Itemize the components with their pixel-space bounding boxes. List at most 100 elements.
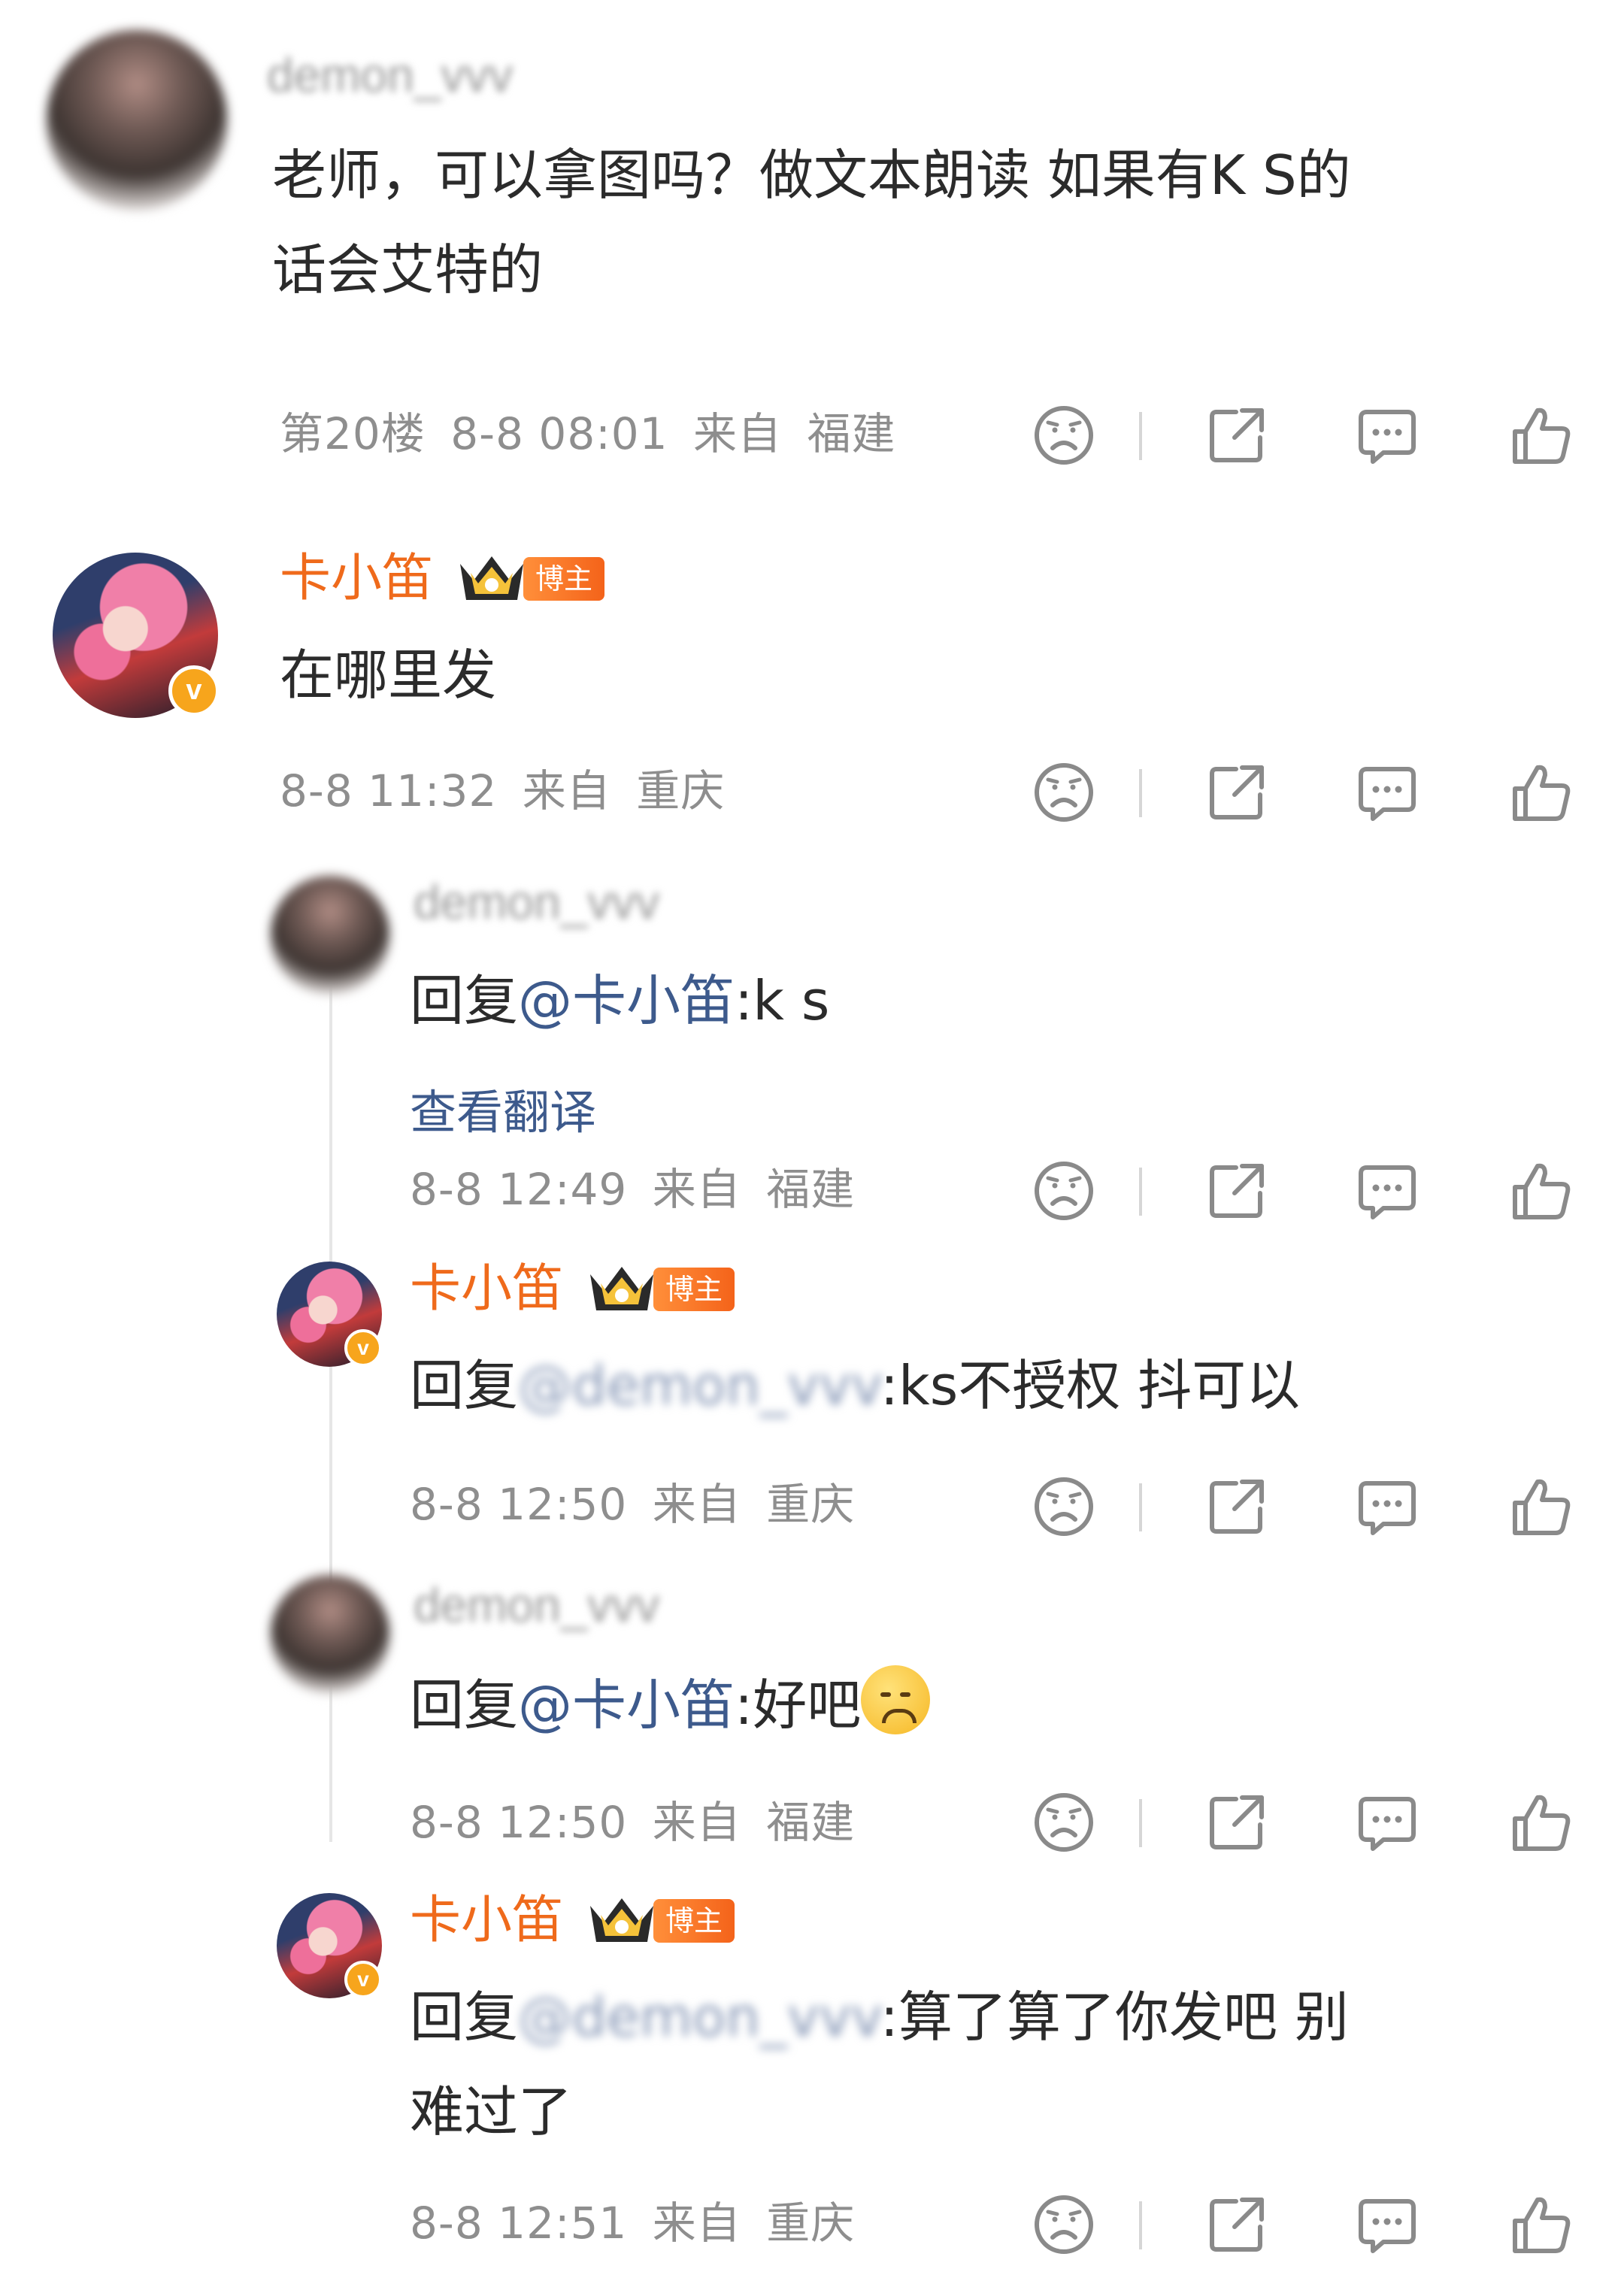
timestamp: 8-8 12:50 (410, 1479, 628, 1530)
comment-text: 在哪里发 (280, 644, 497, 707)
location: 福建 (807, 408, 896, 459)
from-label: 来自 (652, 1164, 741, 1215)
reply-text: 回复@卡小笛:k s (410, 969, 830, 1032)
username[interactable]: demon_vvv (267, 45, 513, 105)
dislike-button[interactable] (1030, 759, 1098, 826)
crown-badge-icon (456, 550, 528, 607)
username[interactable]: demon_vvv (414, 1575, 659, 1635)
comment-button[interactable] (1353, 1789, 1421, 1856)
thumbs-up-icon (1507, 765, 1575, 829)
mention-link[interactable]: @卡小笛 (518, 969, 735, 1032)
comment-button[interactable] (1353, 1473, 1421, 1540)
username[interactable]: 卡小笛 (410, 1259, 563, 1319)
thumbs-up-icon (1507, 1479, 1575, 1543)
reply-thread-line (329, 977, 332, 1842)
reply-actions (1023, 1470, 1624, 1545)
like-button[interactable] (1507, 1789, 1575, 1856)
timestamp: 8-8 12:50 (410, 1797, 628, 1848)
dislike-button[interactable] (1030, 1473, 1098, 1540)
comment-text: 老师，可以拿图吗？做文本朗读 如果有K S的 话会艾特的 (272, 144, 1351, 301)
comment-icon (1353, 2199, 1421, 2261)
like-button[interactable] (1507, 2191, 1575, 2258)
user-header: 卡小笛 博主 (280, 549, 605, 609)
share-button[interactable] (1203, 759, 1271, 826)
reply-text: 回复@demon_vvv:ks不授权 抖可以 (410, 1354, 1301, 1417)
sad-face-icon (1030, 1162, 1098, 1228)
like-button[interactable] (1507, 759, 1575, 826)
like-button[interactable] (1507, 401, 1575, 469)
username[interactable]: 卡小笛 (280, 549, 433, 609)
dislike-button[interactable] (1030, 1157, 1098, 1225)
dislike-button[interactable] (1030, 1789, 1098, 1856)
share-icon (1203, 765, 1271, 829)
user-header: 卡小笛 博主 (410, 1259, 735, 1319)
action-divider (1139, 412, 1142, 460)
reply-actions (1023, 1154, 1624, 1229)
comment-actions (1023, 756, 1624, 831)
share-button[interactable] (1203, 1157, 1271, 1225)
blogger-badge: 博主 (653, 1268, 735, 1311)
username[interactable]: 卡小笛 (410, 1891, 563, 1951)
reply-meta: 8-8 12:51 来自 重庆 (410, 2197, 855, 2249)
timestamp: 8-8 12:51 (410, 2198, 628, 2249)
like-button[interactable] (1507, 1473, 1575, 1540)
avatar[interactable] (271, 1575, 389, 1694)
comment-actions (1023, 398, 1624, 474)
share-icon (1203, 1164, 1271, 1228)
comment-meta: 第20楼 8-8 08:01 来自 福建 (280, 407, 895, 460)
user-header: 卡小笛 博主 (410, 1891, 735, 1951)
comment-button[interactable] (1353, 1157, 1421, 1225)
location: 重庆 (636, 765, 726, 816)
comment-button[interactable] (1353, 2191, 1421, 2258)
sad-face-icon (1030, 1793, 1098, 1859)
share-button[interactable] (1203, 401, 1271, 469)
reply-actions (1023, 1786, 1624, 1861)
floor-number: 第20楼 (280, 408, 426, 459)
sad-face-icon (1030, 2195, 1098, 2261)
crown-badge-icon (586, 1892, 658, 1949)
share-button[interactable] (1203, 1473, 1271, 1540)
reply-text: 回复@卡小笛:好吧 (410, 1658, 931, 1752)
comment-button[interactable] (1353, 759, 1421, 826)
avatar[interactable] (271, 876, 389, 995)
username[interactable]: demon_vvv (414, 872, 659, 932)
comment-icon (1353, 1165, 1421, 1228)
verified-v-icon: v (168, 665, 220, 716)
thumbs-up-icon (1507, 407, 1575, 472)
translate-link[interactable]: 查看翻译 (410, 1083, 596, 1143)
share-icon (1203, 1795, 1271, 1859)
reply-text: 回复@demon_vvv:算了算了你发吧 别 难过了 (410, 1986, 1349, 2143)
from-label: 来自 (652, 2198, 741, 2249)
comment-button[interactable] (1353, 401, 1421, 469)
action-divider (1139, 769, 1142, 817)
sad-face-icon (1030, 1477, 1098, 1543)
thumbs-up-icon (1507, 1163, 1575, 1228)
like-button[interactable] (1507, 1157, 1575, 1225)
mention-link[interactable]: @demon_vvv (518, 1986, 880, 2049)
mention-link[interactable]: @卡小笛 (518, 1674, 735, 1737)
sad-face-emoji (861, 1665, 931, 1734)
dislike-button[interactable] (1030, 401, 1098, 469)
blogger-badge: 博主 (523, 557, 605, 601)
verified-v-icon: v (344, 1329, 382, 1367)
location: 重庆 (766, 2198, 856, 2249)
share-button[interactable] (1203, 2191, 1271, 2258)
comment-icon (1353, 767, 1421, 829)
thumbs-up-icon (1507, 1795, 1575, 1859)
share-icon (1203, 408, 1271, 472)
from-label: 来自 (693, 408, 783, 459)
share-icon (1203, 2198, 1271, 2261)
comment-meta: 8-8 11:32 来自 重庆 (280, 765, 725, 817)
sad-face-icon (1030, 406, 1098, 472)
verified-v-icon: v (344, 1961, 382, 1998)
avatar[interactable] (47, 30, 227, 211)
from-label: 来自 (652, 1479, 741, 1530)
dislike-button[interactable] (1030, 2191, 1098, 2258)
location: 福建 (766, 1797, 856, 1848)
reply-meta: 8-8 12:49 来自 福建 (410, 1163, 855, 1216)
mention-link[interactable]: @demon_vvv (518, 1354, 880, 1417)
from-label: 来自 (522, 765, 611, 816)
blogger-badge: 博主 (653, 1899, 735, 1943)
share-button[interactable] (1203, 1789, 1271, 1856)
reply-meta: 8-8 12:50 来自 福建 (410, 1796, 855, 1849)
